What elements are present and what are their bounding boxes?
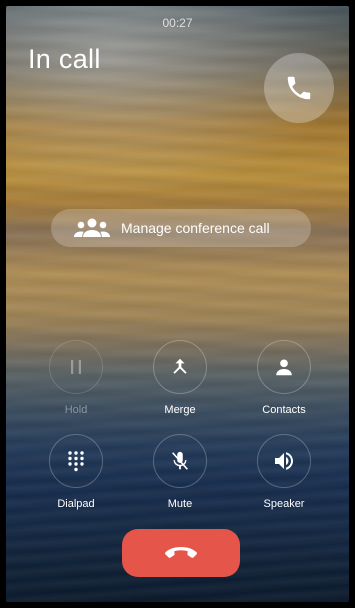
dialpad-button[interactable]: Dialpad xyxy=(31,434,121,510)
speaker-label: Speaker xyxy=(263,498,305,510)
call-indicator xyxy=(264,53,334,123)
manage-conference-button[interactable]: Manage conference call xyxy=(51,209,311,247)
person-icon xyxy=(276,359,292,376)
dialpad-icon xyxy=(68,451,84,472)
phone-icon xyxy=(287,76,311,100)
pause-icon xyxy=(71,360,81,374)
contacts-label: Contacts xyxy=(262,404,306,416)
end-call-button[interactable] xyxy=(122,529,240,577)
contacts-button[interactable]: Contacts xyxy=(239,340,329,416)
call-timer: 00:27 xyxy=(162,16,193,30)
merge-button[interactable]: Merge xyxy=(135,340,225,416)
mute-button[interactable]: Mute xyxy=(135,434,225,510)
merge-icon xyxy=(173,358,187,374)
speaker-button[interactable]: Speaker xyxy=(239,434,329,510)
in-call-screen: 00:27 In call Manage conference call Hol… xyxy=(6,6,349,602)
volume-icon xyxy=(275,452,293,470)
merge-label: Merge xyxy=(164,404,196,416)
hold-label: Hold xyxy=(64,404,88,416)
group-icon xyxy=(73,217,111,239)
mute-label: Mute xyxy=(167,498,193,510)
manage-conference-label: Manage conference call xyxy=(121,220,270,236)
dialpad-label: Dialpad xyxy=(57,498,95,510)
mic-off-icon xyxy=(172,451,188,470)
hold-button[interactable]: Hold xyxy=(31,340,121,416)
call-title: In call xyxy=(28,44,101,74)
call-end-icon xyxy=(165,547,197,558)
